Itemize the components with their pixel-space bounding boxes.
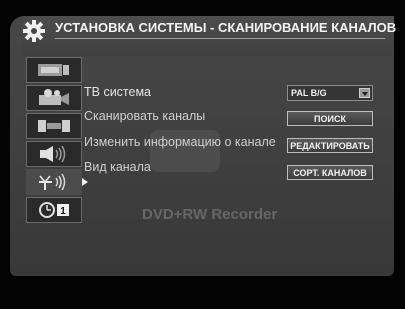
video-card-icon xyxy=(38,64,69,76)
menu-item-tv-system[interactable]: ТВ система xyxy=(84,85,151,99)
title-divider xyxy=(55,38,385,39)
search-button[interactable]: ПОИСК xyxy=(287,111,373,126)
sidebar-item-recording[interactable] xyxy=(26,113,82,139)
sidebar-item-channels[interactable] xyxy=(26,169,88,195)
chevron-down-icon xyxy=(359,88,370,98)
menu-item-edit-channel-info[interactable]: Изменить информацию о канале xyxy=(84,135,276,149)
antenna-signal-icon xyxy=(39,173,66,191)
sidebar-item-video[interactable] xyxy=(26,57,82,83)
edit-button[interactable]: РЕДАКТИРОВАТЬ xyxy=(287,138,373,153)
screen: УСТАНОВКА СИСТЕМЫ - СКАНИРОВАНИЕ КАНАЛОВ xyxy=(0,0,405,309)
menu-item-scan-channels[interactable]: Сканировать каналы xyxy=(84,109,205,123)
menu-item-channel-view[interactable]: Вид канала xyxy=(84,160,151,174)
sidebar-item-timer[interactable]: 1 xyxy=(26,197,82,223)
sidebar-item-playback[interactable] xyxy=(26,85,82,111)
active-item-arrow-icon xyxy=(82,178,88,186)
sidebar: 1 xyxy=(26,57,88,225)
gear-icon xyxy=(23,20,45,42)
tv-system-select[interactable]: PAL B/G xyxy=(287,85,373,101)
sort-channels-button[interactable]: СОРТ. КАНАЛОВ xyxy=(287,165,373,180)
clock-timer-icon: 1 xyxy=(39,202,69,218)
watermark-text: DVD+RW Recorder xyxy=(142,206,278,223)
tv-system-value: PAL B/G xyxy=(291,88,327,98)
film-projector-icon xyxy=(39,89,69,105)
speaker-audio-icon xyxy=(40,145,66,163)
page-title: УСТАНОВКА СИСТЕМЫ - СКАНИРОВАНИЕ КАНАЛОВ xyxy=(55,20,397,35)
timer-badge: 1 xyxy=(60,206,66,217)
recorder-deck-icon xyxy=(38,120,70,132)
sidebar-item-audio[interactable] xyxy=(26,141,82,167)
